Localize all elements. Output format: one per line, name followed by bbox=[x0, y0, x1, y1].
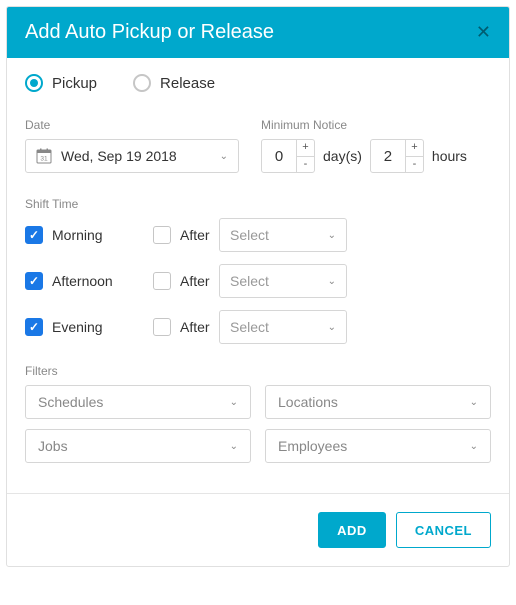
chevron-down-icon: ⌄ bbox=[328, 276, 336, 287]
locations-text: Locations bbox=[278, 394, 470, 410]
check-icon: ✓ bbox=[29, 229, 39, 241]
add-button[interactable]: ADD bbox=[318, 512, 386, 548]
notice-field: Minimum Notice 0 + - day(s) 2 + bbox=[261, 118, 491, 173]
afternoon-after-checkbox[interactable] bbox=[153, 272, 171, 290]
shift-row-evening: ✓ Evening After Select ⌄ bbox=[25, 310, 491, 344]
select-placeholder: Select bbox=[230, 273, 328, 289]
days-decrement[interactable]: - bbox=[297, 157, 314, 173]
date-label: Date bbox=[25, 118, 239, 132]
close-icon[interactable]: ✕ bbox=[476, 22, 491, 43]
release-radio[interactable]: Release bbox=[133, 74, 215, 92]
shift-row-morning: ✓ Morning After Select ⌄ bbox=[25, 218, 491, 252]
schedules-text: Schedules bbox=[38, 394, 230, 410]
shift-time-label: Shift Time bbox=[25, 197, 491, 211]
chevron-down-icon: ⌄ bbox=[470, 397, 478, 408]
radio-icon bbox=[25, 74, 43, 92]
afternoon-checkbox-group[interactable]: ✓ Afternoon bbox=[25, 272, 153, 290]
evening-after-checkbox[interactable] bbox=[153, 318, 171, 336]
check-icon: ✓ bbox=[29, 321, 39, 333]
select-placeholder: Select bbox=[230, 227, 328, 243]
days-value: 0 bbox=[262, 140, 296, 172]
date-value: Wed, Sep 19 2018 bbox=[61, 148, 220, 164]
chevron-down-icon: ⌄ bbox=[230, 397, 238, 408]
chevron-down-icon: ⌄ bbox=[328, 230, 336, 241]
afternoon-after-select[interactable]: Select ⌄ bbox=[219, 264, 347, 298]
pickup-label: Pickup bbox=[52, 75, 97, 92]
morning-after-group[interactable]: After bbox=[153, 226, 219, 244]
evening-checkbox[interactable]: ✓ bbox=[25, 318, 43, 336]
schedules-filter[interactable]: Schedules ⌄ bbox=[25, 385, 251, 419]
pickup-radio[interactable]: Pickup bbox=[25, 74, 97, 92]
check-icon: ✓ bbox=[29, 275, 39, 287]
afternoon-checkbox[interactable]: ✓ bbox=[25, 272, 43, 290]
evening-after-group[interactable]: After bbox=[153, 318, 219, 336]
days-increment[interactable]: + bbox=[297, 140, 314, 157]
filters-grid: Schedules ⌄ Locations ⌄ Jobs ⌄ Employees… bbox=[25, 385, 491, 463]
notice-label: Minimum Notice bbox=[261, 118, 491, 132]
morning-after-checkbox[interactable] bbox=[153, 226, 171, 244]
release-label: Release bbox=[160, 75, 215, 92]
days-unit: day(s) bbox=[323, 148, 362, 164]
hours-value: 2 bbox=[371, 140, 405, 172]
notice-inputs: 0 + - day(s) 2 + - hours bbox=[261, 139, 491, 173]
evening-after-select[interactable]: Select ⌄ bbox=[219, 310, 347, 344]
modal-header: Add Auto Pickup or Release ✕ bbox=[7, 7, 509, 58]
hours-increment[interactable]: + bbox=[406, 140, 423, 157]
date-notice-row: Date 31 Wed, Sep 19 2018 ⌄ Minimum Notic… bbox=[25, 118, 491, 173]
calendar-icon: 31 bbox=[36, 148, 52, 164]
date-field: Date 31 Wed, Sep 19 2018 ⌄ bbox=[25, 118, 239, 173]
evening-label: Evening bbox=[52, 319, 103, 335]
hours-stepper[interactable]: 2 + - bbox=[370, 139, 424, 173]
afternoon-after-group[interactable]: After bbox=[153, 272, 219, 290]
hours-stepper-buttons: + - bbox=[405, 140, 423, 172]
filters-section: Filters Schedules ⌄ Locations ⌄ Jobs ⌄ E… bbox=[25, 364, 491, 463]
shift-row-afternoon: ✓ Afternoon After Select ⌄ bbox=[25, 264, 491, 298]
shift-time-section: Shift Time ✓ Morning After Select ⌄ ✓ bbox=[25, 197, 491, 344]
svg-text:31: 31 bbox=[40, 156, 48, 163]
hours-unit: hours bbox=[432, 148, 467, 164]
employees-text: Employees bbox=[278, 438, 470, 454]
chevron-down-icon: ⌄ bbox=[328, 322, 336, 333]
jobs-text: Jobs bbox=[38, 438, 230, 454]
morning-label: Morning bbox=[52, 227, 103, 243]
modal-body: Pickup Release Date 31 Wed, Sep bbox=[7, 58, 509, 493]
chevron-down-icon: ⌄ bbox=[230, 441, 238, 452]
hours-decrement[interactable]: - bbox=[406, 157, 423, 173]
evening-checkbox-group[interactable]: ✓ Evening bbox=[25, 318, 153, 336]
chevron-down-icon: ⌄ bbox=[220, 151, 228, 162]
chevron-down-icon: ⌄ bbox=[470, 441, 478, 452]
modal-footer: ADD CANCEL bbox=[7, 493, 509, 566]
mode-radio-group: Pickup Release bbox=[25, 74, 491, 92]
cancel-button[interactable]: CANCEL bbox=[396, 512, 491, 548]
select-placeholder: Select bbox=[230, 319, 328, 335]
filters-label: Filters bbox=[25, 364, 491, 378]
afternoon-label: Afternoon bbox=[52, 273, 113, 289]
radio-icon bbox=[133, 74, 151, 92]
employees-filter[interactable]: Employees ⌄ bbox=[265, 429, 491, 463]
evening-after-label: After bbox=[180, 319, 210, 335]
date-picker[interactable]: 31 Wed, Sep 19 2018 ⌄ bbox=[25, 139, 239, 173]
morning-checkbox-group[interactable]: ✓ Morning bbox=[25, 226, 153, 244]
morning-checkbox[interactable]: ✓ bbox=[25, 226, 43, 244]
jobs-filter[interactable]: Jobs ⌄ bbox=[25, 429, 251, 463]
days-stepper-buttons: + - bbox=[296, 140, 314, 172]
modal-title: Add Auto Pickup or Release bbox=[25, 21, 274, 44]
morning-after-select[interactable]: Select ⌄ bbox=[219, 218, 347, 252]
afternoon-after-label: After bbox=[180, 273, 210, 289]
modal: Add Auto Pickup or Release ✕ Pickup Rele… bbox=[6, 6, 510, 567]
days-stepper[interactable]: 0 + - bbox=[261, 139, 315, 173]
locations-filter[interactable]: Locations ⌄ bbox=[265, 385, 491, 419]
morning-after-label: After bbox=[180, 227, 210, 243]
